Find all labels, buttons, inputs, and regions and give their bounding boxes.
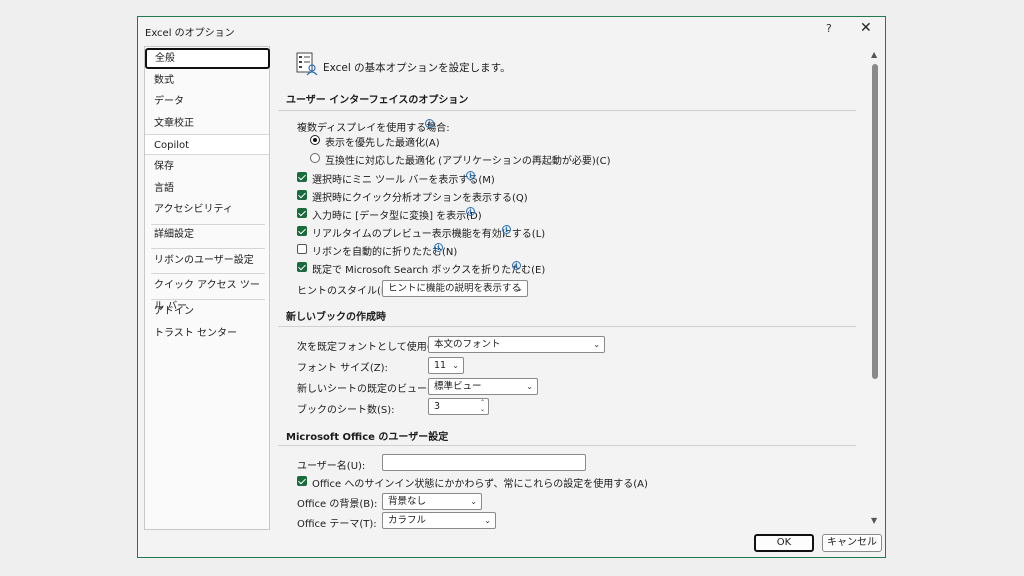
font-size-select[interactable]: 11 ⌄ [428, 357, 464, 374]
category-nav: 全般 数式 データ 文章校正 Copilot 保存 言語 アクセシビリティ 詳細… [144, 46, 270, 530]
nav-item-proofing[interactable]: 文章校正 [145, 113, 269, 134]
info-icon[interactable]: i [466, 171, 475, 180]
username-input[interactable] [382, 454, 586, 471]
nav-item-trust-center[interactable]: トラスト センター [145, 323, 269, 344]
info-icon[interactable]: i [425, 119, 434, 128]
sheet-count-spinner[interactable]: 3 ⌃ ⌄ [428, 398, 489, 415]
default-view-select[interactable]: 標準ビュー ⌄ [428, 378, 538, 395]
checkbox-always-use-settings-label: Office へのサインイン状態にかかわらず、常にこれらの設定を使用する(A) [312, 479, 648, 490]
default-font-select[interactable]: 本文のフォント ⌄ [428, 336, 605, 353]
checkbox-quick-analysis[interactable] [297, 190, 307, 200]
close-icon[interactable]: ✕ [860, 20, 872, 36]
checkbox-convert-data-type-label: 入力時に [データ型に変換] を表示(D) [312, 211, 482, 222]
default-view-label: 新しいシートの既定のビュー(V): [297, 384, 446, 395]
section-title-ui: ユーザー インターフェイスのオプション [286, 95, 469, 106]
nav-item-accessibility[interactable]: アクセシビリティ [145, 199, 269, 220]
info-icon[interactable]: i [512, 261, 521, 270]
office-background-value: 背景なし [388, 496, 427, 507]
nav-item-addins[interactable]: アドイン [145, 301, 269, 322]
section-title-new-workbook: 新しいブックの作成時 [286, 312, 386, 323]
radio-optimize-compat[interactable] [310, 153, 320, 163]
checkbox-always-use-settings[interactable] [297, 476, 307, 486]
radio-optimize-appearance-label: 表示を優先した最適化(A) [325, 138, 440, 149]
chevron-down-icon: ⌄ [516, 284, 523, 293]
nav-item-advanced[interactable]: 詳細設定 [145, 224, 269, 245]
excel-options-dialog: Excel のオプション ? ✕ 全般 数式 データ 文章校正 Copilot … [137, 16, 886, 558]
nav-item-data[interactable]: データ [145, 91, 269, 112]
info-icon[interactable]: i [502, 225, 511, 234]
font-size-value: 11 [434, 360, 447, 371]
spin-arrows-icon[interactable]: ⌃ ⌄ [480, 399, 485, 413]
nav-item-quick-access-toolbar[interactable]: クイック アクセス ツール バー [145, 275, 269, 312]
cancel-button[interactable]: キャンセル [822, 534, 882, 552]
checkbox-collapse-search-label: 既定で Microsoft Search ボックスを折りたたむ(E) [312, 265, 546, 276]
tooltip-style-select[interactable]: ヒントに機能の説明を表示する ⌄ [382, 280, 528, 297]
scroll-up-icon[interactable]: ▲ [871, 50, 877, 59]
section-divider [278, 326, 856, 327]
header-text: Excel の基本オプションを設定します。 [323, 62, 511, 74]
tooltip-style-label: ヒントのスタイル(R): [297, 286, 396, 297]
office-theme-select[interactable]: カラフル ⌄ [382, 512, 496, 529]
options-content: Excel の基本オプションを設定します。 ユーザー インターフェイスのオプショ… [278, 46, 868, 530]
general-options-icon [296, 52, 318, 76]
tooltip-style-value: ヒントに機能の説明を表示する [388, 283, 522, 294]
checkbox-convert-data-type[interactable] [297, 208, 307, 218]
nav-item-copilot[interactable]: Copilot [145, 134, 269, 155]
window-title: Excel のオプション [145, 28, 235, 39]
section-title-office: Microsoft Office のユーザー設定 [286, 432, 449, 443]
default-font-value: 本文のフォント [434, 339, 501, 350]
nav-item-save[interactable]: 保存 [145, 156, 269, 177]
office-background-select[interactable]: 背景なし ⌄ [382, 493, 482, 510]
checkbox-quick-analysis-label: 選択時にクイック分析オプションを表示する(Q) [312, 193, 528, 204]
help-button[interactable]: ? [826, 22, 832, 35]
nav-divider [151, 299, 265, 300]
chevron-down-icon: ⌄ [593, 340, 600, 349]
chevron-down-icon: ⌄ [484, 516, 491, 525]
info-icon[interactable]: i [466, 207, 475, 216]
checkbox-collapse-ribbon[interactable] [297, 244, 307, 254]
checkbox-collapse-search[interactable] [297, 262, 307, 272]
radio-optimize-compat-label: 互換性に対応した最適化 (アプリケーションの再起動が必要)(C) [325, 156, 611, 167]
office-theme-label: Office テーマ(T): [297, 519, 377, 530]
nav-item-language[interactable]: 言語 [145, 178, 269, 199]
office-background-label: Office の背景(B): [297, 499, 378, 510]
checkbox-live-preview[interactable] [297, 226, 307, 236]
nav-item-formulas[interactable]: 数式 [145, 70, 269, 91]
section-divider [278, 110, 856, 111]
checkbox-mini-toolbar[interactable] [297, 172, 307, 182]
nav-item-customize-ribbon[interactable]: リボンのユーザー設定 [145, 250, 269, 271]
ok-button[interactable]: OK [754, 534, 814, 552]
chevron-down-icon: ⌄ [452, 361, 459, 370]
section-divider [278, 445, 856, 446]
nav-item-general[interactable]: 全般 [145, 48, 270, 69]
username-label: ユーザー名(U): [297, 461, 366, 472]
sheet-count-value: 3 [434, 401, 441, 412]
vertical-scrollbar[interactable]: ▲ ▼ [871, 50, 879, 528]
nav-divider [151, 248, 265, 249]
chevron-down-icon: ⌄ [526, 382, 533, 391]
sheet-count-label: ブックのシート数(S): [297, 405, 395, 416]
default-view-value: 標準ビュー [434, 381, 482, 392]
scroll-down-icon[interactable]: ▼ [871, 516, 877, 525]
scrollbar-thumb[interactable] [872, 64, 878, 379]
chevron-down-icon: ⌄ [470, 497, 477, 506]
default-font-label: 次を既定フォントとして使用(N): [297, 342, 446, 353]
radio-optimize-appearance[interactable] [310, 135, 320, 145]
office-theme-value: カラフル [388, 515, 427, 526]
info-icon[interactable]: i [434, 243, 443, 252]
title-bar: Excel のオプション ? ✕ [138, 17, 885, 43]
font-size-label: フォント サイズ(Z): [297, 363, 388, 374]
nav-divider [151, 273, 265, 274]
